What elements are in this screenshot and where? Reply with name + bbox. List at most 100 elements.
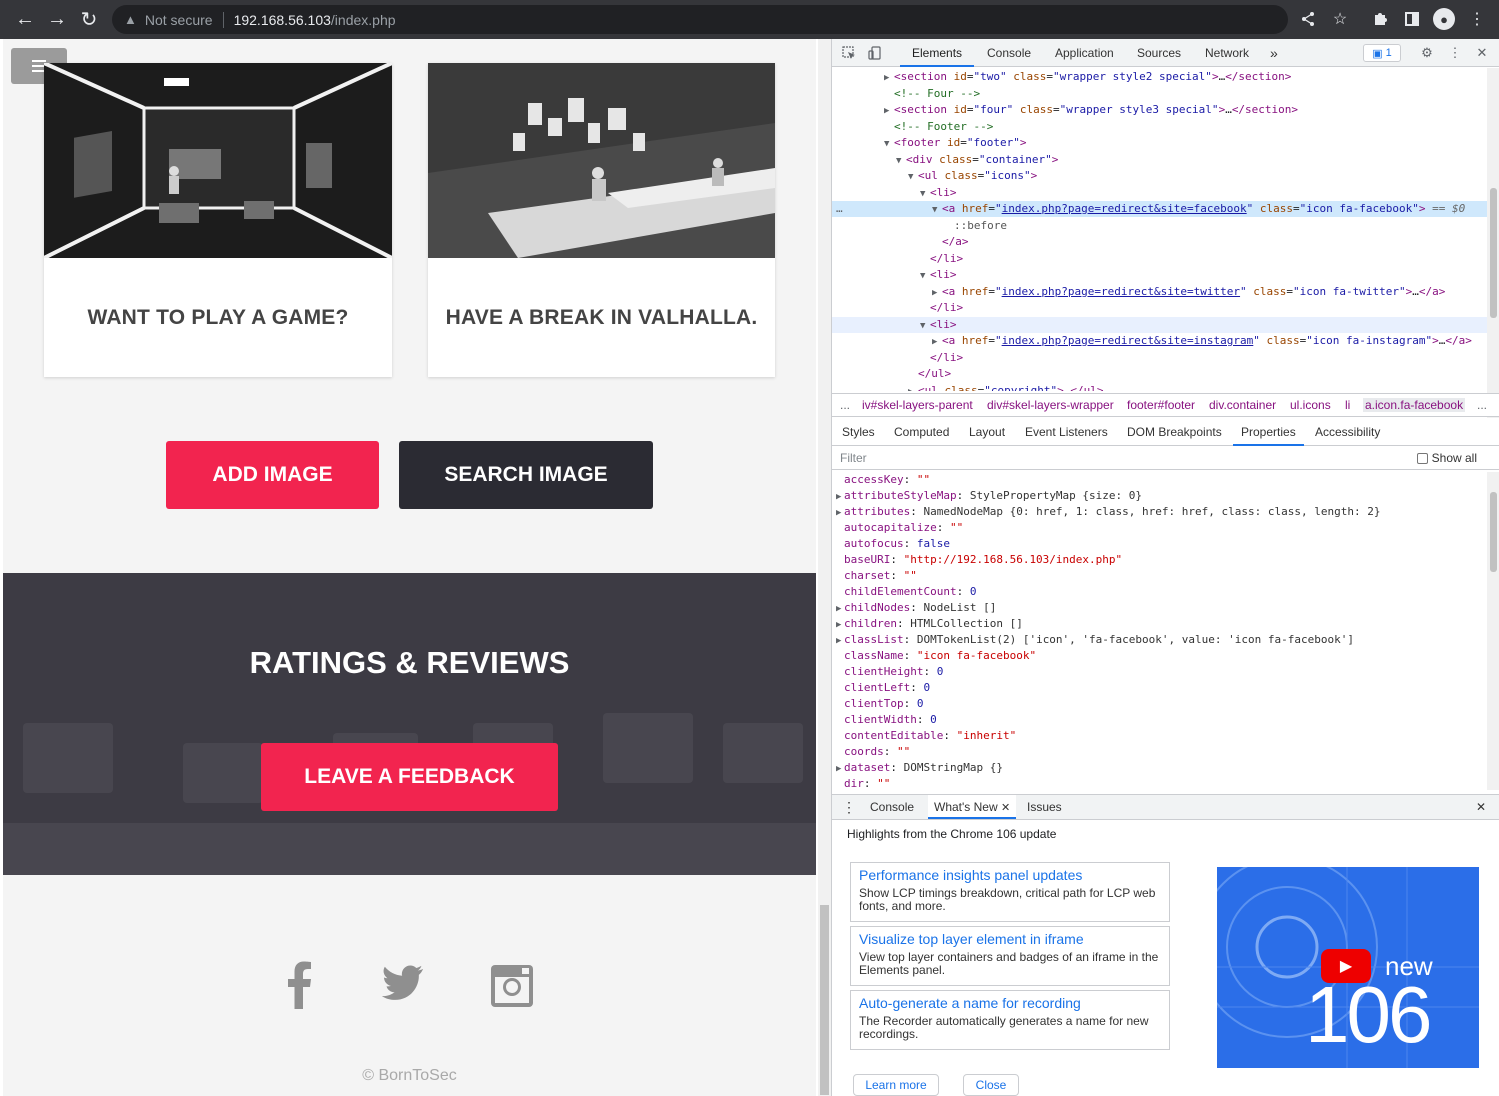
expand-triangle-icon[interactable]: ▶ <box>836 489 844 505</box>
property-row[interactable]: contentEditable: "inherit" <box>836 728 1486 744</box>
devtools-menu-icon[interactable]: ⋮ <box>1447 45 1463 61</box>
whats-new-link[interactable]: Performance insights panel updates <box>859 867 1161 883</box>
add-image-button[interactable]: ADD IMAGE <box>166 441 379 509</box>
property-row[interactable]: accessKey: "" <box>836 472 1486 488</box>
browser-menu-icon[interactable]: ⋮ <box>1465 7 1489 31</box>
property-row[interactable]: className: "icon fa-facebook" <box>836 648 1486 664</box>
close-devtools-icon[interactable]: ✕ <box>1474 45 1490 61</box>
breadcrumb-item[interactable]: ul.icons <box>1290 398 1331 412</box>
property-row[interactable]: coords: "" <box>836 744 1486 760</box>
page-scrollbar[interactable] <box>818 39 831 1096</box>
reload-icon[interactable]: ↻ <box>73 3 105 35</box>
elements-scrollbar[interactable] <box>1487 68 1499 431</box>
whats-new-item[interactable]: Performance insights panel updates Show … <box>850 862 1170 922</box>
breadcrumb-overflow[interactable]: ... <box>840 398 850 412</box>
properties-scrollbar[interactable] <box>1487 472 1499 790</box>
property-row[interactable]: clientTop: 0 <box>836 696 1486 712</box>
breadcrumb-item[interactable]: div#skel-layers-wrapper <box>987 398 1114 412</box>
breadcrumb-item[interactable]: iv#skel-layers-parent <box>862 398 973 412</box>
breadcrumb-selected[interactable]: a.icon.fa-facebook <box>1363 398 1466 412</box>
tab-event-listeners[interactable]: Event Listeners <box>1025 418 1108 446</box>
dom-node[interactable]: ▼ <li> <box>832 317 1487 333</box>
bookmark-star-icon[interactable]: ☆ <box>1328 7 1352 31</box>
tab-network[interactable]: Network <box>1205 39 1249 67</box>
property-row[interactable]: autofocus: false <box>836 536 1486 552</box>
property-row[interactable]: clientLeft: 0 <box>836 680 1486 696</box>
dom-node[interactable]: ▶ <section id="two" class="wrapper style2… <box>832 69 1487 85</box>
settings-gear-icon[interactable]: ⚙ <box>1419 45 1435 61</box>
forward-arrow-icon[interactable]: → <box>41 3 73 35</box>
twitter-icon[interactable] <box>379 957 429 1013</box>
tab-sources[interactable]: Sources <box>1137 39 1181 67</box>
dom-pseudo[interactable]: ::before <box>832 218 1487 234</box>
show-all-checkbox[interactable]: Show all <box>1416 451 1477 465</box>
dom-node[interactable]: ▼ <ul class="icons"> <box>832 168 1487 184</box>
issues-badge[interactable]: ▣ 1 <box>1363 44 1401 62</box>
dom-node[interactable]: ▶ <a href="index.php?page=redirect&site=t… <box>832 284 1487 300</box>
device-toolbar-icon[interactable] <box>867 45 883 61</box>
facebook-icon[interactable] <box>275 957 325 1013</box>
property-row[interactable]: charset: "" <box>836 568 1486 584</box>
tab-application[interactable]: Application <box>1055 39 1114 67</box>
property-row[interactable]: childElementCount: 0 <box>836 584 1486 600</box>
tab-computed[interactable]: Computed <box>894 418 949 446</box>
share-icon[interactable] <box>1296 7 1320 31</box>
property-row[interactable]: clientHeight: 0 <box>836 664 1486 680</box>
breadcrumb-item[interactable]: li <box>1345 398 1350 412</box>
dom-node[interactable]: ▼ <li> <box>832 185 1487 201</box>
close-button[interactable]: Close <box>963 1074 1019 1096</box>
leave-feedback-button[interactable]: LEAVE A FEEDBACK <box>261 743 558 811</box>
dom-node[interactable]: ▼ <footer id="footer"> <box>832 135 1487 151</box>
dom-node[interactable]: ▼ <li> <box>832 267 1487 283</box>
close-drawer-icon[interactable]: ✕ <box>1476 795 1486 819</box>
page-scrollbar-thumb[interactable] <box>820 905 829 1095</box>
dom-comment[interactable]: <!-- Footer --> <box>832 119 1487 135</box>
checkbox-icon[interactable] <box>1416 452 1428 464</box>
property-row[interactable]: ▶ attributeStyleMap: StylePropertyMap {si… <box>836 488 1486 504</box>
learn-more-button[interactable]: Learn more <box>853 1074 939 1096</box>
dom-node[interactable]: </li> <box>832 300 1487 316</box>
whats-new-link[interactable]: Visualize top layer element in iframe <box>859 931 1161 947</box>
dom-node[interactable]: </a> <box>832 234 1487 250</box>
properties-filter[interactable]: Filter Show all <box>832 446 1499 470</box>
whats-new-video-thumbnail[interactable]: ▶ new 106 <box>1217 867 1479 1068</box>
property-row[interactable]: autocapitalize: "" <box>836 520 1486 536</box>
game-card[interactable]: WANT TO PLAY A GAME? <box>44 63 392 377</box>
side-panel-icon[interactable] <box>1400 7 1424 31</box>
expand-triangle-icon[interactable]: ▶ <box>836 617 844 633</box>
drawer-tab-console[interactable]: Console <box>870 795 914 819</box>
tab-dom-breakpoints[interactable]: DOM Breakpoints <box>1127 418 1222 446</box>
tab-layout[interactable]: Layout <box>969 418 1005 446</box>
elements-scrollbar-thumb[interactable] <box>1490 188 1497 318</box>
whats-new-link[interactable]: Auto-generate a name for recording <box>859 995 1161 1011</box>
filter-input[interactable]: Filter <box>840 451 867 465</box>
expand-triangle-icon[interactable]: ▶ <box>836 633 844 649</box>
property-row[interactable]: ▶ attributes: NamedNodeMap {0: href, 1: c… <box>836 504 1486 520</box>
tab-styles[interactable]: Styles <box>842 418 875 446</box>
dom-node[interactable]: ▶ <section id="four" class="wrapper style… <box>832 102 1487 118</box>
tab-properties[interactable]: Properties <box>1233 418 1304 446</box>
dom-node[interactable]: ▼ <div class="container"> <box>832 152 1487 168</box>
expand-triangle-icon[interactable]: ▶ <box>836 601 844 617</box>
search-image-button[interactable]: SEARCH IMAGE <box>399 441 653 509</box>
property-row[interactable]: ▶ children: HTMLCollection [] <box>836 616 1486 632</box>
property-row[interactable]: baseURI: "http://192.168.56.103/index.ph… <box>836 552 1486 568</box>
address-bar[interactable]: ▲ Not secure 192.168.56.103 /index.php <box>112 5 1288 34</box>
dom-node[interactable]: ▶<ul class="copyright">…</ul> <box>832 383 1487 391</box>
dom-node[interactable]: ▶ <a href="index.php?page=redirect&site=i… <box>832 333 1487 349</box>
tab-elements[interactable]: Elements <box>900 39 975 67</box>
tab-accessibility[interactable]: Accessibility <box>1315 418 1380 446</box>
drawer-menu-icon[interactable]: ⋮ <box>842 795 856 819</box>
tab-console[interactable]: Console <box>987 39 1031 67</box>
expand-triangle-icon[interactable]: ▶ <box>836 505 844 521</box>
dom-node[interactable]: </li> <box>832 251 1487 267</box>
drawer-tab-whats-new[interactable]: What's New ✕ <box>928 795 1017 819</box>
dom-node[interactable]: </li> <box>832 350 1487 366</box>
property-row[interactable]: ▶ childNodes: NodeList [] <box>836 600 1486 616</box>
close-tab-icon[interactable]: ✕ <box>1001 802 1010 814</box>
inspect-element-icon[interactable] <box>841 45 857 61</box>
valhalla-card[interactable]: HAVE A BREAK IN VALHALLA. <box>428 63 775 377</box>
whats-new-item[interactable]: Auto-generate a name for recording The R… <box>850 990 1170 1050</box>
dom-node[interactable]: </ul> <box>832 366 1487 382</box>
dom-comment[interactable]: <!-- Four --> <box>832 86 1487 102</box>
